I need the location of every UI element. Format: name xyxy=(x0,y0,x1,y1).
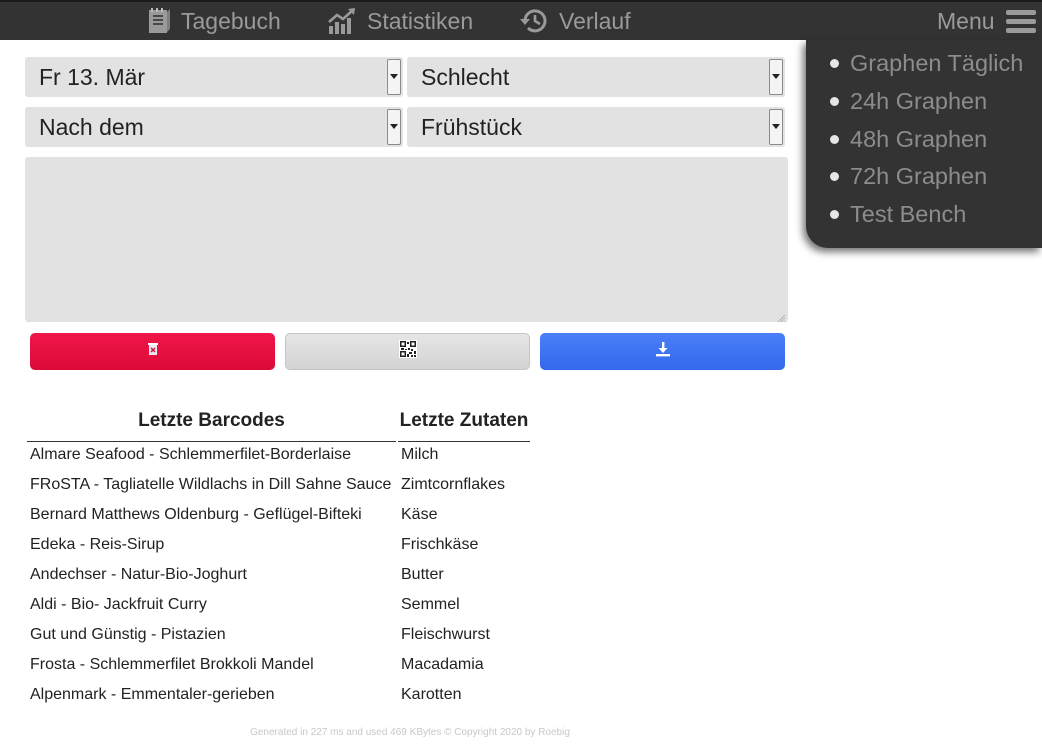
chevron-down-icon xyxy=(769,59,783,95)
nav-statistiken[interactable]: Statistiken xyxy=(327,2,473,40)
list-item[interactable]: Frischkäse xyxy=(398,530,530,560)
list-item[interactable]: Milch xyxy=(398,440,530,470)
chevron-down-icon xyxy=(387,109,401,145)
delete-button[interactable] xyxy=(30,333,275,370)
list-item[interactable]: Fleischwurst xyxy=(398,620,530,650)
hamburger-icon xyxy=(1005,7,1037,35)
page-footer: Generated in 227 ms and used 469 KBytes … xyxy=(250,727,570,738)
qr-scan-button[interactable] xyxy=(285,333,530,370)
recent-ingredients-list: Letzte Zutaten Milch Zimtcornflakes Käse… xyxy=(398,400,530,710)
chevron-down-icon xyxy=(387,59,401,95)
list-item[interactable]: Gut und Günstig - Pistazien xyxy=(27,620,396,650)
meal-select-value: Frühstück xyxy=(421,113,522,140)
menu-item-72h-graphen[interactable]: 72h Graphen xyxy=(830,158,1023,196)
recent-barcodes-list: Letzte Barcodes Almare Seafood - Schlemm… xyxy=(27,400,396,710)
notebook-icon xyxy=(147,7,171,35)
chart-icon xyxy=(327,7,357,35)
nav-statistiken-label: Statistiken xyxy=(367,7,474,34)
chevron-down-icon xyxy=(769,109,783,145)
date-select[interactable]: Fr 13. Mär xyxy=(25,57,403,97)
resize-grip-icon[interactable] xyxy=(776,310,786,328)
timing-select-value: Nach dem xyxy=(39,113,144,140)
bullet-icon xyxy=(830,172,839,182)
list-item[interactable]: Frosta - Schlemmerfilet Brokkoli Mandel xyxy=(27,650,396,680)
timing-select[interactable]: Nach dem xyxy=(25,107,403,147)
list-item[interactable]: Aldi - Bio- Jackfruit Curry xyxy=(27,590,396,620)
list-item[interactable]: Bernard Matthews Oldenburg - Geflügel-Bi… xyxy=(27,500,396,530)
list-item[interactable]: Karotten xyxy=(398,680,530,710)
list-item[interactable]: Edeka - Reis-Sirup xyxy=(27,530,396,560)
nav-tagebuch[interactable]: Tagebuch xyxy=(147,2,281,40)
list-item[interactable]: Almare Seafood - Schlemmerfilet-Borderla… xyxy=(27,440,396,470)
date-select-value: Fr 13. Mär xyxy=(39,63,146,90)
list-item[interactable]: Andechser - Natur-Bio-Joghurt xyxy=(27,560,396,590)
menu-label: Menu xyxy=(937,7,995,34)
mood-select[interactable]: Schlecht xyxy=(407,57,785,97)
notes-textarea[interactable] xyxy=(25,157,788,322)
menu-item-graphen-taeglich[interactable]: Graphen Täglich xyxy=(830,45,1023,83)
nav-tagebuch-label: Tagebuch xyxy=(181,7,281,34)
bullet-icon xyxy=(830,210,839,220)
download-icon xyxy=(655,341,671,362)
nav-verlauf[interactable]: Verlauf xyxy=(517,2,631,40)
list-item[interactable]: FRoSTA - Tagliatelle Wildlachs in Dill S… xyxy=(27,470,396,500)
bullet-icon xyxy=(830,134,839,144)
list-item[interactable]: Butter xyxy=(398,560,530,590)
list-item[interactable]: Macadamia xyxy=(398,650,530,680)
qr-code-icon xyxy=(398,340,417,363)
recent-ingredients-header: Letzte Zutaten xyxy=(398,400,530,442)
list-item[interactable]: Zimtcornflakes xyxy=(398,470,530,500)
list-item[interactable]: Käse xyxy=(398,500,530,530)
save-button[interactable] xyxy=(540,333,785,370)
bullet-icon xyxy=(830,59,839,69)
list-item[interactable]: Semmel xyxy=(398,590,530,620)
menu-toggle[interactable]: Menu xyxy=(937,2,1037,40)
recent-barcodes-header: Letzte Barcodes xyxy=(27,400,396,442)
nav-verlauf-label: Verlauf xyxy=(559,7,631,34)
menu-item-24h-graphen[interactable]: 24h Graphen xyxy=(830,83,1023,121)
menu-item-test-bench[interactable]: Test Bench xyxy=(830,196,1023,234)
menu-list: Graphen Täglich 24h Graphen 48h Graphen … xyxy=(830,45,1023,233)
top-nav-bar: Tagebuch Statistiken Verlauf Menu xyxy=(0,0,1042,40)
menu-item-48h-graphen[interactable]: 48h Graphen xyxy=(830,120,1023,158)
dropdown-menu: Graphen Täglich 24h Graphen 48h Graphen … xyxy=(806,40,1042,248)
mood-select-value: Schlecht xyxy=(421,63,510,90)
trash-icon xyxy=(147,342,159,361)
list-item[interactable]: Alpenmark - Emmentaler-gerieben xyxy=(27,680,396,710)
history-icon xyxy=(517,7,549,35)
bullet-icon xyxy=(830,97,839,107)
meal-select[interactable]: Frühstück xyxy=(407,107,785,147)
